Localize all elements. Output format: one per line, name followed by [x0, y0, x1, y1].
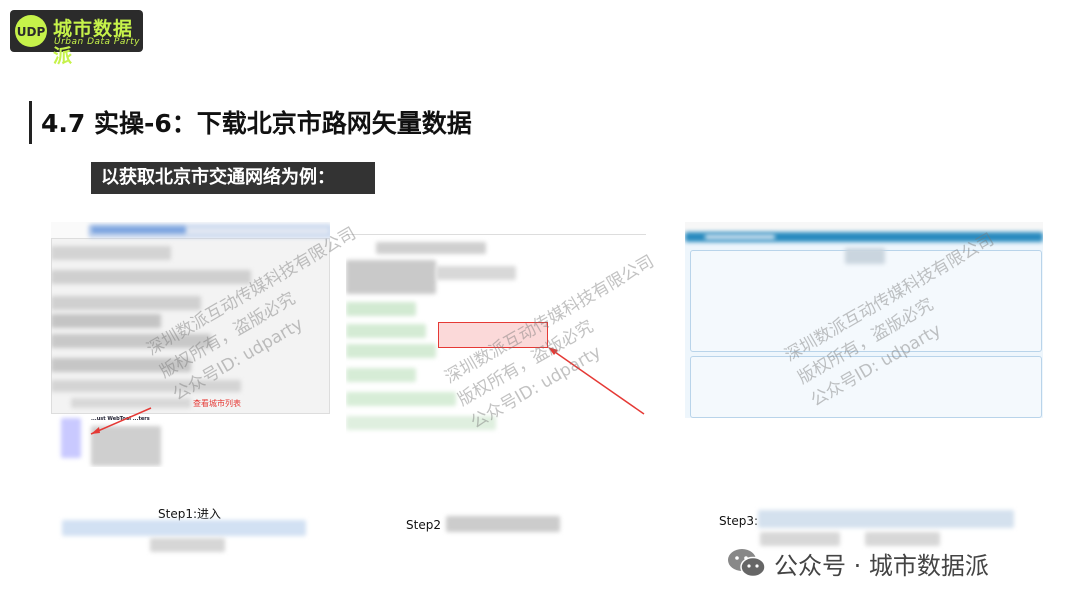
footer-text: 公众号 · 城市数据派	[774, 551, 989, 580]
footer-watermark: 公众号 · 城市数据派	[726, 546, 989, 580]
step2-caption: Step2	[406, 518, 441, 532]
logo-mark-icon: UDP	[15, 15, 47, 47]
wechat-icon	[728, 549, 766, 578]
svg-text:UDP: UDP	[17, 25, 46, 39]
page-title: 4.7 实操-6：下载北京市路网矢量数据	[41, 109, 472, 138]
title-accent-bar	[29, 101, 32, 144]
step3-caption: Step3:	[719, 514, 758, 528]
logo: UDP 城市数据派 Urban Data Party	[10, 10, 143, 67]
section-subtitle: 以获取北京市交通网络为例：	[91, 162, 375, 194]
logo-subtitle: Urban Data Party	[54, 37, 140, 47]
